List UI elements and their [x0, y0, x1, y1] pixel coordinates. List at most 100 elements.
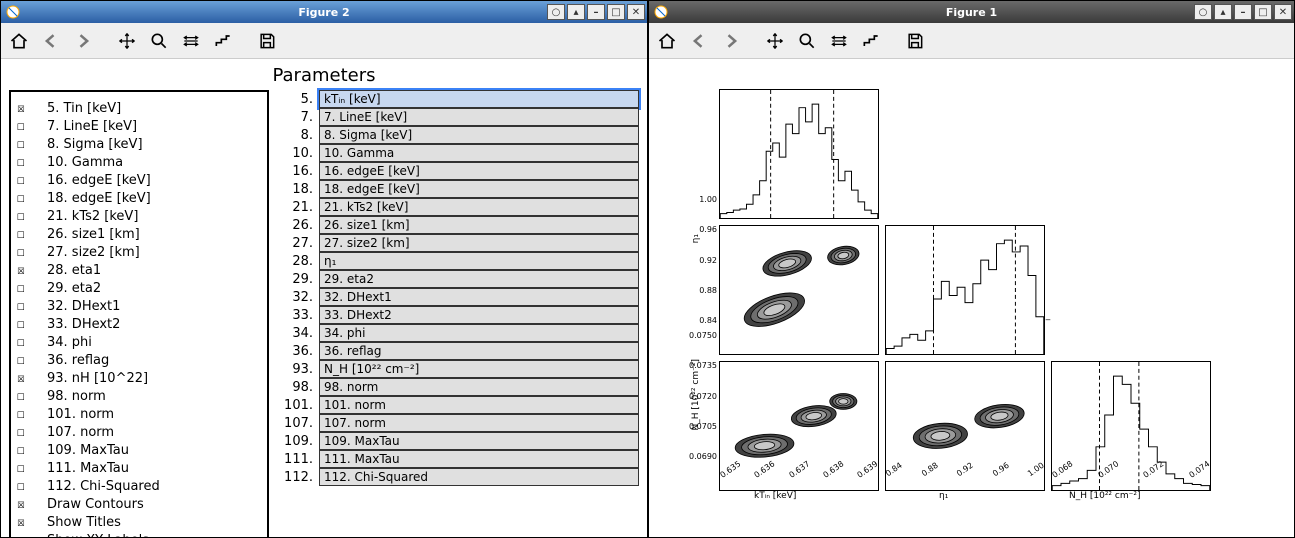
check-row[interactable]: ☒5. Tin [keV] [17, 100, 257, 118]
forward-button[interactable] [69, 27, 97, 55]
param-textfield[interactable]: 29. eta2 [319, 270, 639, 288]
zoom-button[interactable] [145, 27, 173, 55]
checkbox-icon[interactable]: ☐ [17, 424, 29, 442]
check-row[interactable]: ☐7. LineE [keV] [17, 118, 257, 136]
param-textfield[interactable]: 7. LineE [keV] [319, 108, 639, 126]
check-row[interactable]: ☒93. nH [10^22] [17, 370, 257, 388]
param-textfield[interactable]: η₁ [319, 252, 639, 270]
window-maximize-button[interactable]: □ [607, 4, 625, 20]
param-textfield[interactable]: 111. MaxTau [319, 450, 639, 468]
param-textfield[interactable]: 98. norm [319, 378, 639, 396]
param-textfield[interactable]: 34. phi [319, 324, 639, 342]
window-close-button[interactable]: ✕ [627, 4, 645, 20]
check-row[interactable]: ☐21. kTs2 [keV] [17, 208, 257, 226]
checkbox-icon[interactable]: ☐ [17, 226, 29, 244]
forward-button[interactable] [717, 27, 745, 55]
subplots-button[interactable] [177, 27, 205, 55]
check-row[interactable]: ☐16. edgeE [keV] [17, 172, 257, 190]
param-textfield[interactable]: 27. size2 [km] [319, 234, 639, 252]
check-row[interactable]: ☒Draw Contours [17, 496, 257, 514]
param-textfield[interactable]: 32. DHext1 [319, 288, 639, 306]
checkbox-icon[interactable]: ☐ [17, 280, 29, 298]
checkbox-icon[interactable]: ☒ [17, 496, 29, 514]
checkbox-icon[interactable]: ☐ [17, 136, 29, 154]
checkbox-icon[interactable]: ☐ [17, 172, 29, 190]
check-row[interactable]: ☐29. eta2 [17, 280, 257, 298]
check-row[interactable]: ☐27. size2 [km] [17, 244, 257, 262]
check-row[interactable]: ☐10. Gamma [17, 154, 257, 172]
checkbox-icon[interactable]: ☐ [17, 478, 29, 496]
window-minimize-button[interactable]: – [587, 4, 605, 20]
checkbox-icon[interactable]: ☐ [17, 316, 29, 334]
home-button[interactable] [5, 27, 33, 55]
check-row[interactable]: ☒Show XY Labels [17, 532, 257, 537]
check-row[interactable]: ☐107. norm [17, 424, 257, 442]
check-row[interactable]: ☐34. phi [17, 334, 257, 352]
param-textfield[interactable]: 10. Gamma [319, 144, 639, 162]
param-textfield[interactable]: N_H [10²² cm⁻²] [319, 360, 639, 378]
checkbox-icon[interactable]: ☐ [17, 154, 29, 172]
checkbox-icon[interactable]: ☒ [17, 100, 29, 118]
window-restore-button[interactable]: ▴ [1214, 4, 1232, 20]
check-row[interactable]: ☐98. norm [17, 388, 257, 406]
check-row[interactable]: ☐111. MaxTau [17, 460, 257, 478]
pan-button[interactable] [113, 27, 141, 55]
param-textfield[interactable]: 112. Chi-Squared [319, 468, 639, 486]
back-button[interactable] [685, 27, 713, 55]
check-row[interactable]: ☐33. DHext2 [17, 316, 257, 334]
edit-button[interactable] [209, 27, 237, 55]
param-textfield[interactable]: 33. DHext2 [319, 306, 639, 324]
param-textfield[interactable]: 21. kTs2 [keV] [319, 198, 639, 216]
back-button[interactable] [37, 27, 65, 55]
param-textfield[interactable]: 101. norm [319, 396, 639, 414]
check-row[interactable]: ☐101. norm [17, 406, 257, 424]
check-row[interactable]: ☐109. MaxTau [17, 442, 257, 460]
pan-button[interactable] [761, 27, 789, 55]
window-close-button[interactable]: ✕ [1274, 4, 1292, 20]
window-rollup-button[interactable]: ○ [1194, 4, 1212, 20]
param-textfield[interactable]: 36. reflag [319, 342, 639, 360]
check-row[interactable]: ☐18. edgeE [keV] [17, 190, 257, 208]
checkbox-icon[interactable]: ☐ [17, 388, 29, 406]
param-textfield[interactable]: 8. Sigma [keV] [319, 126, 639, 144]
checkbox-icon[interactable]: ☐ [17, 208, 29, 226]
param-textfield[interactable]: 26. size1 [km] [319, 216, 639, 234]
param-textfield[interactable]: 16. edgeE [keV] [319, 162, 639, 180]
checkbox-icon[interactable]: ☐ [17, 244, 29, 262]
checkbox-icon[interactable]: ☐ [17, 352, 29, 370]
checkbox-icon[interactable]: ☒ [17, 262, 29, 280]
param-textfield[interactable]: 18. edgeE [keV] [319, 180, 639, 198]
checkbox-icon[interactable]: ☐ [17, 298, 29, 316]
save-button[interactable] [901, 27, 929, 55]
check-row[interactable]: ☒28. eta1 [17, 262, 257, 280]
check-row[interactable]: ☐32. DHext1 [17, 298, 257, 316]
param-textfield[interactable]: 107. norm [319, 414, 639, 432]
check-row[interactable]: ☐26. size1 [km] [17, 226, 257, 244]
checkbox-icon[interactable]: ☒ [17, 514, 29, 532]
checkbox-icon[interactable]: ☐ [17, 406, 29, 424]
titlebar-figure-2[interactable]: Figure 2 ○ ▴ – □ ✕ [1, 1, 647, 23]
checkbox-icon[interactable]: ☐ [17, 190, 29, 208]
home-button[interactable] [653, 27, 681, 55]
edit-button[interactable] [857, 27, 885, 55]
save-button[interactable] [253, 27, 281, 55]
checkbox-icon[interactable]: ☐ [17, 460, 29, 478]
check-row[interactable]: ☐36. reflag [17, 352, 257, 370]
window-maximize-button[interactable]: □ [1254, 4, 1272, 20]
checkbox-icon[interactable]: ☐ [17, 442, 29, 460]
window-rollup-button[interactable]: ○ [547, 4, 565, 20]
subplots-button[interactable] [825, 27, 853, 55]
zoom-button[interactable] [793, 27, 821, 55]
window-minimize-button[interactable]: – [1234, 4, 1252, 20]
titlebar-figure-1[interactable]: Figure 1 ○ ▴ – □ ✕ [649, 1, 1294, 23]
param-textfield[interactable]: 109. MaxTau [319, 432, 639, 450]
param-textfield[interactable]: kTᵢₙ [keV] [319, 90, 639, 108]
checkbox-icon[interactable]: ☒ [17, 370, 29, 388]
check-row[interactable]: ☒Show Titles [17, 514, 257, 532]
checkbox-icon[interactable]: ☒ [17, 532, 29, 537]
check-row[interactable]: ☐112. Chi-Squared [17, 478, 257, 496]
checkbox-icon[interactable]: ☐ [17, 334, 29, 352]
window-restore-button[interactable]: ▴ [567, 4, 585, 20]
checkbox-icon[interactable]: ☐ [17, 118, 29, 136]
check-row[interactable]: ☐8. Sigma [keV] [17, 136, 257, 154]
